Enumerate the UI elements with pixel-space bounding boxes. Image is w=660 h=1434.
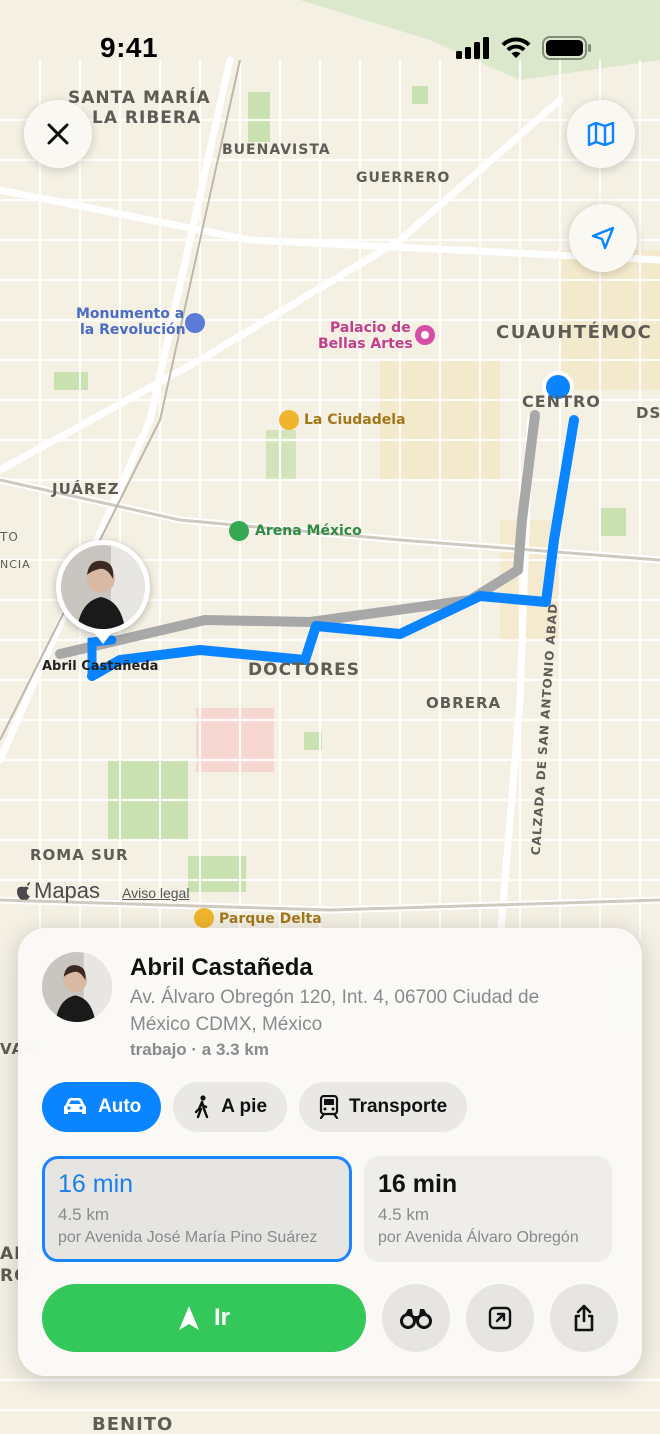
look-around-button[interactable] bbox=[382, 1284, 450, 1352]
map-mode-button[interactable] bbox=[567, 100, 635, 168]
mode-walk-button[interactable]: A pie bbox=[173, 1082, 288, 1132]
car-icon bbox=[64, 1098, 86, 1114]
mode-auto-button[interactable]: Auto bbox=[42, 1082, 162, 1132]
district-label: SANTA MARÍA bbox=[68, 88, 211, 108]
tram-icon bbox=[319, 1095, 339, 1119]
district-label: CUAUHTÉMOC bbox=[496, 322, 653, 343]
destination-avatar-pin[interactable] bbox=[56, 540, 150, 634]
map-icon bbox=[587, 122, 615, 146]
avatar bbox=[61, 545, 145, 629]
poi-label[interactable]: La Ciudadela bbox=[304, 412, 406, 428]
district-label: DS bbox=[636, 404, 660, 422]
district-label: CENTRO bbox=[522, 392, 601, 411]
cellular-signal-icon bbox=[456, 37, 489, 59]
close-button[interactable] bbox=[24, 100, 92, 168]
status-time: 9:41 bbox=[100, 32, 159, 63]
street-label: TO bbox=[0, 530, 19, 544]
destination-map-label: Abril Castañeda bbox=[42, 659, 159, 674]
mode-label: Transporte bbox=[349, 1096, 448, 1117]
route-via: por Avenida Álvaro Obregón bbox=[378, 1229, 579, 1246]
route-time: 16 min bbox=[378, 1170, 458, 1198]
route-option-selected[interactable]: 16 min 4.5 km por Avenida José María Pin… bbox=[42, 1156, 352, 1262]
poi-label[interactable]: Monumento a bbox=[76, 306, 184, 322]
district-label: GUERRERO bbox=[356, 170, 451, 186]
close-icon bbox=[47, 123, 69, 145]
location-arrow-icon bbox=[591, 226, 615, 250]
district-label: LA RIBERA bbox=[92, 108, 202, 128]
locate-me-button[interactable] bbox=[569, 204, 637, 272]
pin-tip bbox=[92, 630, 114, 644]
open-external-icon bbox=[488, 1306, 512, 1330]
district-label: ROMA SUR bbox=[30, 846, 129, 864]
district-label: DOCTORES bbox=[248, 660, 361, 680]
open-external-button[interactable] bbox=[466, 1284, 534, 1352]
avatar bbox=[42, 952, 112, 1022]
district-label: BUENAVISTA bbox=[222, 142, 331, 158]
mode-label: A pie bbox=[221, 1096, 268, 1117]
apple-logo-icon bbox=[17, 882, 30, 900]
poi-label[interactable]: la Revolución bbox=[80, 322, 186, 338]
route-time: 16 min bbox=[58, 1170, 134, 1198]
route-option[interactable]: 16 min 4.5 km por Avenida Álvaro Obregón bbox=[364, 1156, 612, 1262]
poi-label[interactable]: Palacio de bbox=[330, 320, 411, 336]
legal-link[interactable]: Aviso legal bbox=[122, 885, 189, 901]
share-icon bbox=[574, 1304, 594, 1332]
destination-card: Abril Castañeda Av. Álvaro Obregón 120, … bbox=[18, 928, 642, 1376]
transport-mode-selector: Auto A pie Transporte bbox=[42, 1082, 468, 1132]
share-button[interactable] bbox=[550, 1284, 618, 1352]
route-distance: 4.5 km bbox=[58, 1205, 110, 1224]
action-row: Ir bbox=[42, 1284, 618, 1352]
status-bar: 9:41 bbox=[0, 0, 660, 90]
mode-label: Auto bbox=[98, 1096, 142, 1117]
contact-address: Av. Álvaro Obregón 120, Int. 4, 06700 Ci… bbox=[130, 987, 540, 1035]
route-distance: 4.5 km bbox=[378, 1205, 430, 1224]
district-label: JUÁREZ bbox=[52, 480, 120, 498]
route-options: 16 min 4.5 km por Avenida José María Pin… bbox=[42, 1156, 612, 1262]
poi-label[interactable]: Bellas Artes bbox=[318, 336, 413, 352]
status-icons bbox=[456, 36, 592, 60]
street-label: NCIA bbox=[0, 558, 31, 571]
contact-name: Abril Castañeda bbox=[130, 954, 313, 981]
route-via: por Avenida José María Pino Suárez bbox=[58, 1229, 318, 1246]
wifi-icon bbox=[501, 37, 531, 58]
go-button[interactable]: Ir bbox=[42, 1284, 366, 1352]
binoculars-icon bbox=[400, 1309, 432, 1329]
poi-label[interactable]: Arena México bbox=[255, 523, 362, 539]
battery-icon bbox=[542, 36, 591, 60]
district-label: OBRERA bbox=[426, 694, 502, 712]
walking-icon bbox=[195, 1095, 209, 1119]
go-label: Ir bbox=[213, 1304, 230, 1331]
maps-brand: Mapas bbox=[16, 878, 100, 904]
contact-meta: trabajo · a 3.3 km bbox=[130, 1040, 269, 1059]
poi-label[interactable]: Parque Delta bbox=[219, 911, 322, 927]
brand-label: Mapas bbox=[34, 878, 101, 903]
district-label: BENITO bbox=[92, 1414, 174, 1434]
mode-transit-button[interactable]: Transporte bbox=[299, 1082, 468, 1132]
navigation-arrow-icon bbox=[178, 1306, 199, 1330]
